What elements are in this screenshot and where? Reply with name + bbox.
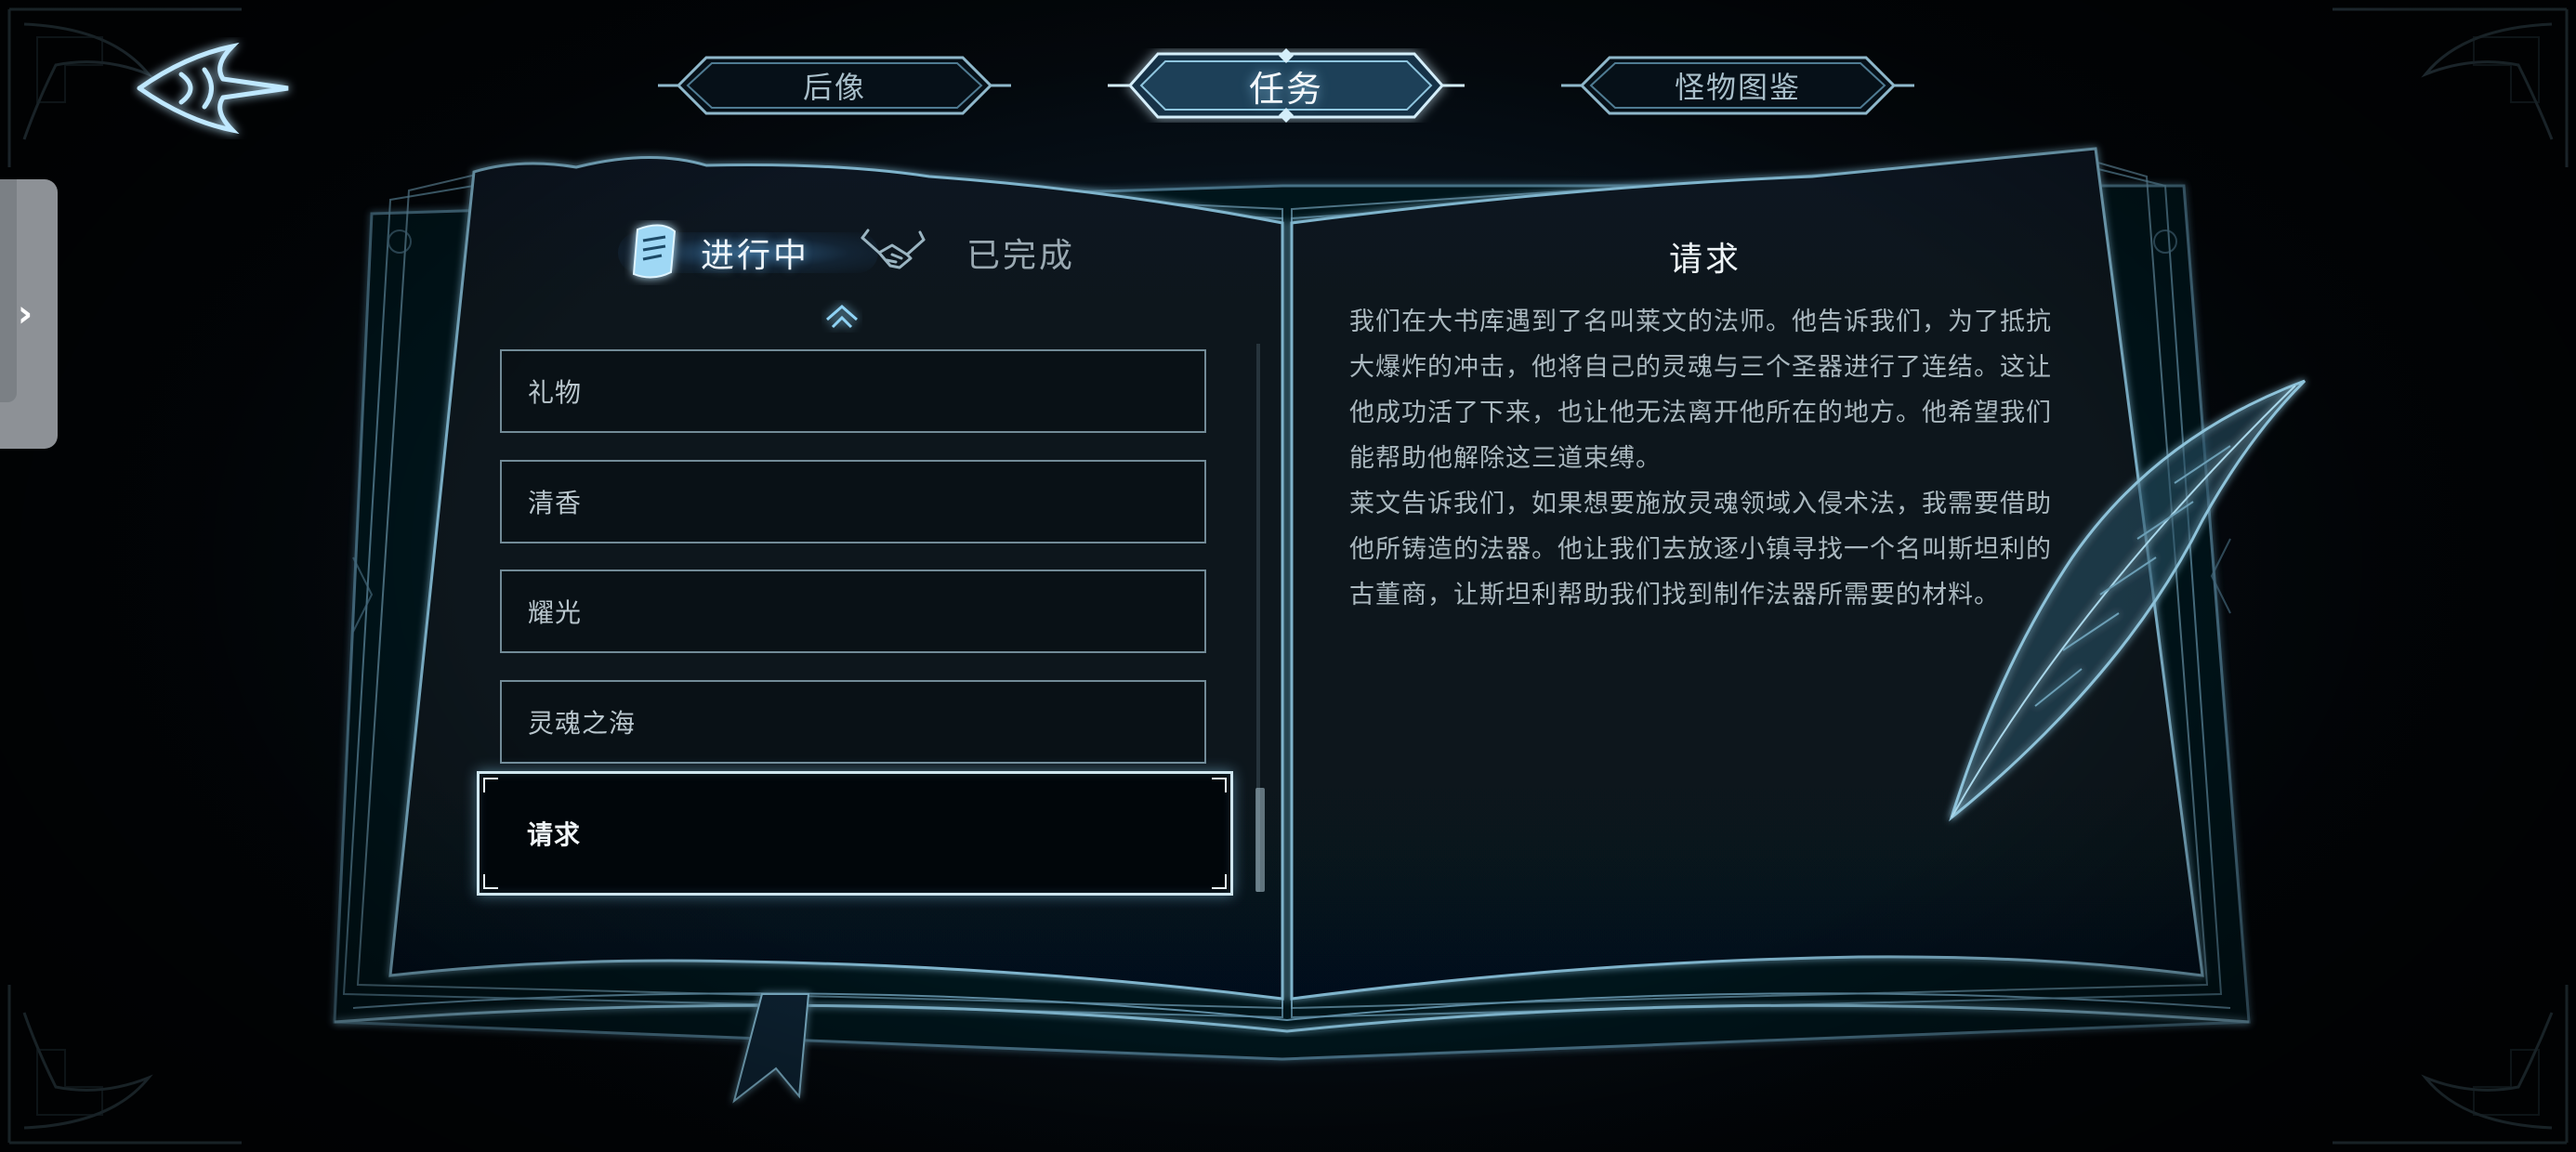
quest-item-label: 清香 [528, 488, 583, 518]
quest-item-sea-of-souls[interactable]: 灵魂之海 [500, 680, 1206, 764]
quest-item-label: 灵魂之海 [528, 708, 637, 739]
tab-bestiary[interactable]: 怪物图鉴 [1554, 48, 1922, 123]
tab-afterimage[interactable]: 后像 [651, 48, 1019, 123]
quest-item-gift[interactable]: 礼物 [500, 349, 1206, 433]
back-button[interactable] [130, 37, 297, 139]
corner-ornament [1212, 778, 1227, 792]
quest-detail-paragraph: 我们在大书库遇到了名叫莱文的法师。他告诉我们，为了抵抗大爆炸的冲击，他将自己的灵… [1349, 308, 2052, 473]
quest-detail-title: 请求 [1668, 241, 1741, 279]
quest-item-label: 请求 [527, 819, 582, 850]
subtab-in-progress-label: 进行中 [701, 237, 810, 275]
corner-ornament [483, 874, 498, 889]
side-drawer-inner [0, 179, 17, 402]
corner-ornament [483, 778, 498, 792]
scroll-icon [632, 224, 677, 279]
subtab-completed-label: 已完成 [966, 237, 1076, 275]
handshake-icon [861, 229, 926, 269]
quest-list-scrollbar-thumb[interactable] [1255, 788, 1265, 892]
quest-book [333, 147, 2251, 1104]
back-emblem-icon [137, 42, 289, 135]
corner-ornament [1212, 874, 1227, 889]
quest-item-request[interactable]: 请求 [477, 771, 1233, 896]
quest-item-radiance[interactable]: 耀光 [500, 569, 1206, 653]
scroll-up-button[interactable] [821, 299, 862, 333]
quest-detail-body: 我们在大书库遇到了名叫莱文的法师。他告诉我们，为了抵抗大爆炸的冲击，他将自己的灵… [1349, 299, 2056, 618]
double-chevron-up-icon [826, 305, 858, 329]
quest-item-label: 耀光 [528, 597, 583, 628]
quest-item-label: 礼物 [528, 377, 583, 408]
chevron-right-icon: › [17, 293, 33, 335]
tab-quests-label: 任务 [1248, 68, 1323, 110]
quest-item-fragrance[interactable]: 清香 [500, 460, 1206, 543]
subtab-completed[interactable]: 已完成 [859, 216, 1075, 290]
game-screen: 后像 任务 怪物图鉴 › 进行中 已完成 礼物 清香 耀光 灵魂之海 请求 请求… [0, 0, 2576, 1152]
tab-quests[interactable]: 任务 [1102, 48, 1470, 123]
subtab-in-progress[interactable]: 进行中 [624, 216, 809, 290]
quest-detail-paragraph: 莱文告诉我们，如果想要施放灵魂领域入侵术法，我需要借助他所铸造的法器。他让我们去… [1349, 490, 2052, 609]
tab-bestiary-label: 怪物图鉴 [1674, 70, 1801, 105]
tab-afterimage-label: 后像 [802, 70, 866, 105]
side-drawer-handle[interactable]: › [0, 179, 58, 449]
